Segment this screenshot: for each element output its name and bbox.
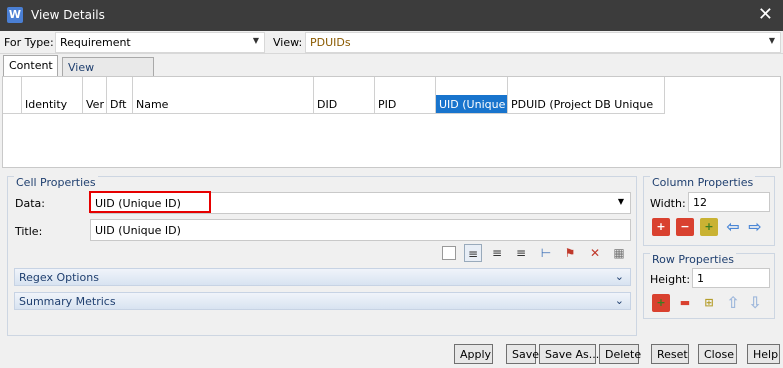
chevron-down-icon: ▼ bbox=[617, 197, 624, 206]
apply-button[interactable]: Apply bbox=[454, 344, 493, 364]
grid-header-cell[interactable] bbox=[436, 77, 508, 95]
row-properties-panel: Row Properties Height: 1 + ▬ ⊞ ⇧ ⇩ bbox=[643, 253, 775, 319]
regex-options-accordion[interactable]: Regex Options ⌄ bbox=[14, 268, 631, 286]
title-value: UID (Unique ID) bbox=[95, 224, 181, 237]
title-label: Title: bbox=[15, 225, 43, 238]
for-type-value: Requirement bbox=[60, 36, 131, 49]
delete-button[interactable]: Delete bbox=[599, 344, 641, 364]
highlight-box bbox=[89, 191, 211, 213]
grid-cell-pid[interactable]: PID bbox=[375, 95, 436, 114]
move-left-icon[interactable]: ⇦ bbox=[724, 218, 742, 236]
grid-corner bbox=[3, 77, 22, 95]
grid-format-icon[interactable]: ▦ bbox=[610, 244, 628, 262]
height-input[interactable]: 1 bbox=[692, 268, 770, 288]
title-bar: W View Details ✕ bbox=[0, 0, 783, 31]
data-label: Data: bbox=[15, 197, 45, 210]
color-swatch-icon[interactable] bbox=[442, 246, 456, 260]
tab-view-properties[interactable]: View Properties bbox=[62, 57, 154, 87]
reset-button[interactable]: Reset bbox=[651, 344, 689, 364]
insert-column-icon[interactable]: + bbox=[700, 218, 718, 236]
remove-column-icon[interactable]: − bbox=[676, 218, 694, 236]
cell-properties-panel: Cell Properties Data: UID (Unique ID) ▼ … bbox=[7, 176, 637, 336]
row-properties-title: Row Properties bbox=[650, 253, 736, 266]
grid-header-cell[interactable] bbox=[107, 77, 133, 95]
chevron-down-icon: ▼ bbox=[768, 36, 775, 45]
move-down-icon[interactable]: ⇩ bbox=[746, 294, 764, 312]
add-row-icon[interactable]: + bbox=[652, 294, 670, 312]
column-properties-title: Column Properties bbox=[650, 176, 756, 189]
close-button[interactable]: Close bbox=[698, 344, 737, 364]
for-type-label: For Type: bbox=[4, 36, 54, 49]
for-type-select[interactable]: Requirement ▼ bbox=[55, 32, 265, 53]
align-center-icon[interactable]: ≡ bbox=[488, 244, 506, 262]
row-header[interactable] bbox=[3, 95, 22, 114]
chevron-down-icon: ▼ bbox=[252, 36, 259, 45]
chevron-down-icon: ⌄ bbox=[614, 270, 624, 283]
columns-grid: Identity Ver Dft Name DID PID UID (Uniqu… bbox=[2, 76, 781, 168]
move-right-icon[interactable]: ⇨ bbox=[746, 218, 764, 236]
grid-cell-ver[interactable]: Ver bbox=[83, 95, 107, 114]
regex-options-label: Regex Options bbox=[19, 271, 99, 284]
view-select[interactable]: PDUIDs ▼ bbox=[305, 32, 781, 53]
tab-strip: Content View Properties bbox=[0, 55, 783, 87]
width-input[interactable]: 12 bbox=[688, 192, 770, 212]
view-value: PDUIDs bbox=[310, 36, 351, 49]
grid-header-cell[interactable] bbox=[314, 77, 375, 95]
grid-header-cell[interactable] bbox=[133, 77, 314, 95]
height-value: 1 bbox=[697, 272, 704, 285]
indent-icon[interactable]: ⊢ bbox=[537, 244, 555, 262]
grid-cell-did[interactable]: DID bbox=[314, 95, 375, 114]
grid-cell-dft[interactable]: Dft bbox=[107, 95, 133, 114]
align-left-icon[interactable]: ≡ bbox=[464, 244, 482, 262]
column-properties-panel: Column Properties Width: 12 + − + ⇦ ⇨ bbox=[643, 176, 775, 246]
grid-cell-uid[interactable]: UID (Unique bbox=[436, 95, 508, 114]
grid-header-cell[interactable] bbox=[375, 77, 436, 95]
tab-content[interactable]: Content bbox=[3, 55, 58, 77]
help-button[interactable]: Help bbox=[747, 344, 780, 364]
chevron-down-icon: ⌄ bbox=[614, 294, 624, 307]
align-right-icon[interactable]: ≡ bbox=[512, 244, 530, 262]
grid-header-cell[interactable] bbox=[508, 77, 665, 95]
clear-format-icon[interactable]: ✕ bbox=[586, 244, 604, 262]
grid-cell-identity[interactable]: Identity bbox=[22, 95, 83, 114]
title-input[interactable]: UID (Unique ID) bbox=[90, 219, 631, 241]
add-column-icon[interactable]: + bbox=[652, 218, 670, 236]
width-value: 12 bbox=[693, 196, 707, 209]
type-view-row: For Type: Requirement ▼ View: PDUIDs ▼ bbox=[0, 32, 783, 54]
cell-properties-title: Cell Properties bbox=[14, 176, 98, 189]
summary-metrics-label: Summary Metrics bbox=[19, 295, 116, 308]
grid-cell-name[interactable]: Name bbox=[133, 95, 314, 114]
summary-metrics-accordion[interactable]: Summary Metrics ⌄ bbox=[14, 292, 631, 310]
insert-row-icon[interactable]: ⊞ bbox=[700, 294, 718, 312]
width-label: Width: bbox=[650, 197, 686, 210]
move-up-icon[interactable]: ⇧ bbox=[724, 294, 742, 312]
grid-header-cell[interactable] bbox=[22, 77, 83, 95]
window-title: View Details bbox=[31, 8, 105, 22]
height-label: Height: bbox=[650, 273, 691, 286]
save-button[interactable]: Save bbox=[506, 344, 539, 364]
flag-icon[interactable]: ⚑ bbox=[561, 244, 579, 262]
view-label: View: bbox=[273, 36, 303, 49]
save-as-button[interactable]: Save As... bbox=[539, 344, 599, 364]
grid-cell-pduid[interactable]: PDUID (Project DB Unique bbox=[508, 95, 665, 114]
grid-header-cell[interactable] bbox=[83, 77, 107, 95]
remove-row-icon[interactable]: ▬ bbox=[676, 294, 694, 312]
app-icon: W bbox=[7, 7, 23, 23]
close-window-icon[interactable]: ✕ bbox=[758, 4, 773, 25]
